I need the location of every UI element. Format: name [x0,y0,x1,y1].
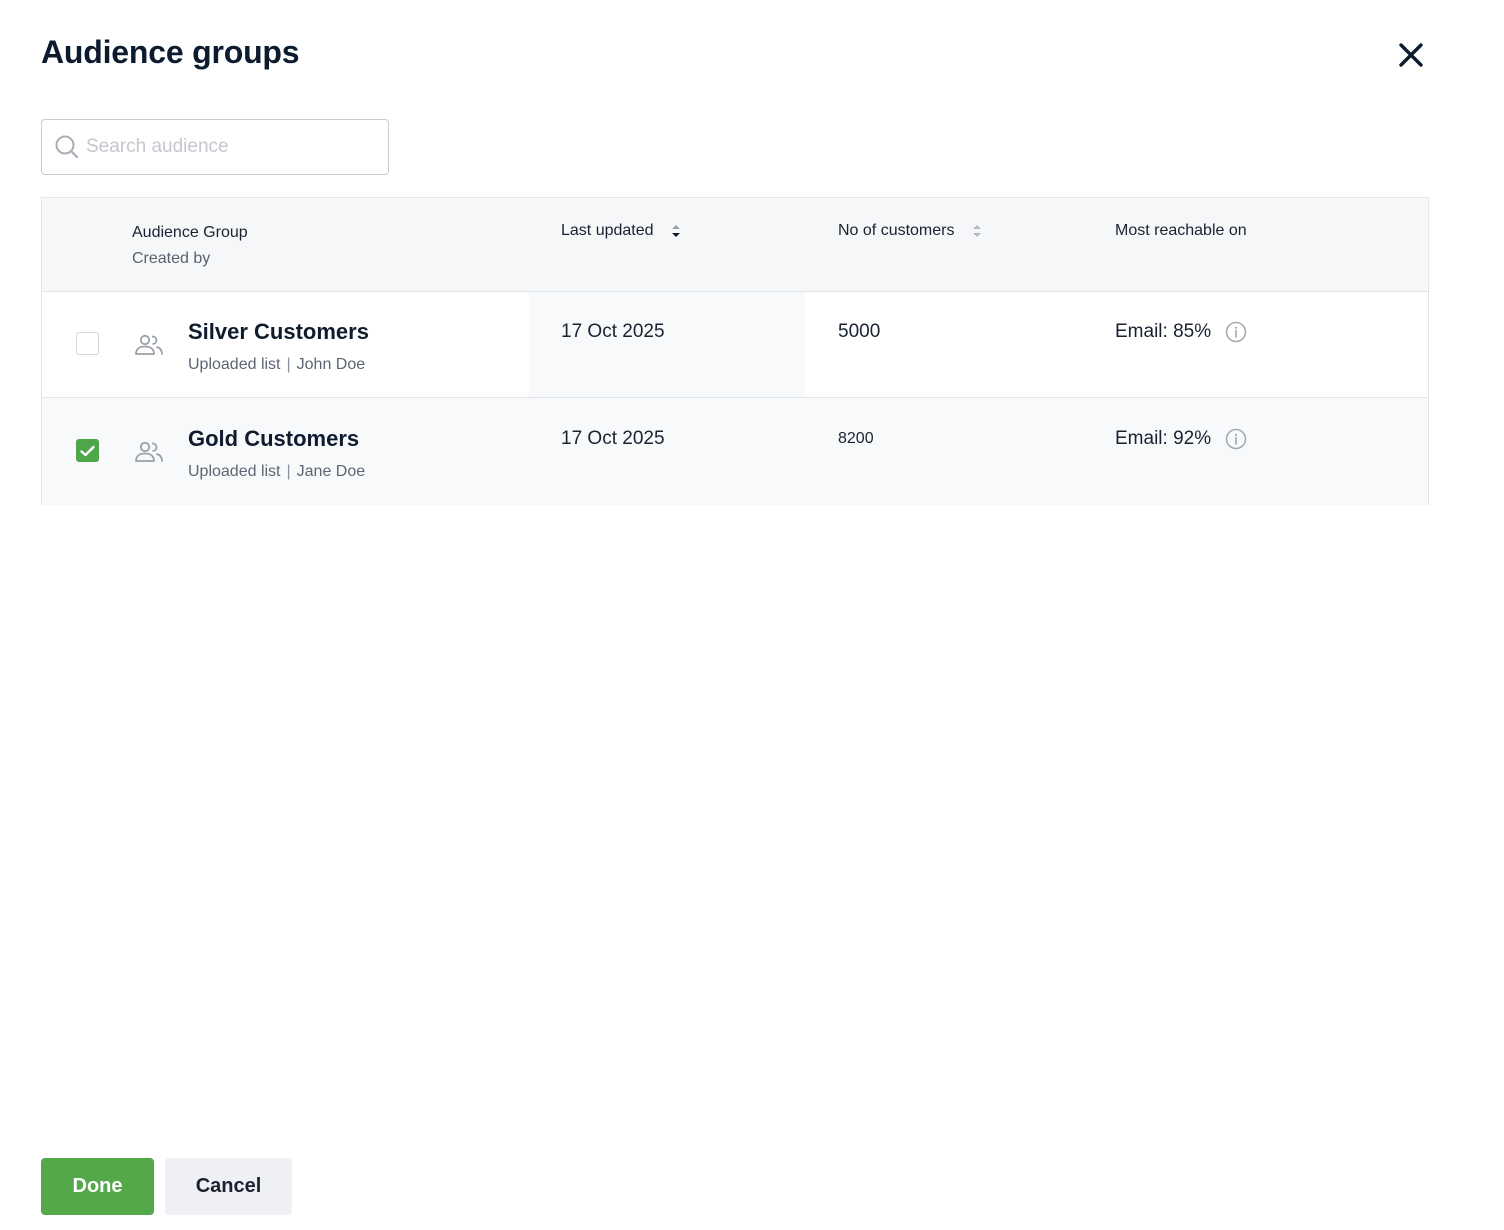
audience-table: Audience Group Created by Last updated N… [41,197,1429,505]
audience-creator: John Doe [296,356,366,373]
meta-separator: | [286,463,291,480]
column-header-created-by-label: Created by [132,250,211,267]
customers-value: 5000 [838,321,881,342]
reachable-value: Email: 92% [1115,428,1212,449]
audience-group-meta: Uploaded list | John Doe [188,356,365,374]
audience-group-meta: Uploaded list | Jane Doe [188,463,365,481]
audience-group-icon [135,441,163,462]
last-updated-value: 17 Oct 2025 [561,321,665,342]
table-row[interactable]: Gold Customers Uploaded list | Jane Doe 17… [42,399,1428,505]
table-header: Audience Group Created by Last updated N… [42,198,1428,292]
date-column-bg [529,292,805,397]
close-button[interactable] [1393,37,1429,73]
customers-value: 8200 [838,430,874,447]
audience-creator: Jane Doe [296,463,366,480]
column-header-audience-group-label: Audience Group [132,224,248,241]
column-header-audience-group: Audience Group Created by [132,224,248,268]
audience-group-name: Gold Customers [188,426,360,451]
reachable-value: Email: 85% [1115,321,1212,342]
info-icon[interactable] [1225,428,1247,450]
reachable-value-group: Email: 85% [1115,321,1247,343]
column-header-last-updated-label: Last updated [561,222,654,240]
row-checkbox[interactable] [76,332,99,355]
search-field[interactable] [41,119,389,175]
column-header-last-updated[interactable]: Last updated [561,222,682,240]
column-header-reachable-label: Most reachable on [1115,222,1247,239]
dialog-title: Audience groups [41,34,300,70]
sort-icon[interactable] [971,222,983,240]
audience-group-icon [135,334,163,355]
audience-source: Uploaded list [188,463,281,480]
reachable-value-group: Email: 92% [1115,428,1247,450]
done-button[interactable]: Done [41,1158,154,1215]
audience-group-name: Silver Customers [188,319,369,344]
search-icon [54,134,80,160]
table-row[interactable]: Silver Customers Uploaded list | John Doe … [42,292,1428,398]
column-header-customers[interactable]: No of customers [838,222,983,240]
column-header-reachable: Most reachable on [1115,222,1247,240]
row-checkbox-checked[interactable] [76,439,99,462]
audience-source: Uploaded list [188,356,281,373]
last-updated-value: 17 Oct 2025 [561,428,665,449]
sort-descending-icon[interactable] [670,222,682,240]
info-icon[interactable] [1225,321,1247,343]
column-header-customers-label: No of customers [838,222,955,240]
close-icon[interactable] [1398,42,1424,68]
meta-separator: | [286,356,291,373]
checkmark-icon [80,445,95,456]
search-input[interactable] [86,136,356,158]
cancel-button[interactable]: Cancel [165,1158,292,1215]
